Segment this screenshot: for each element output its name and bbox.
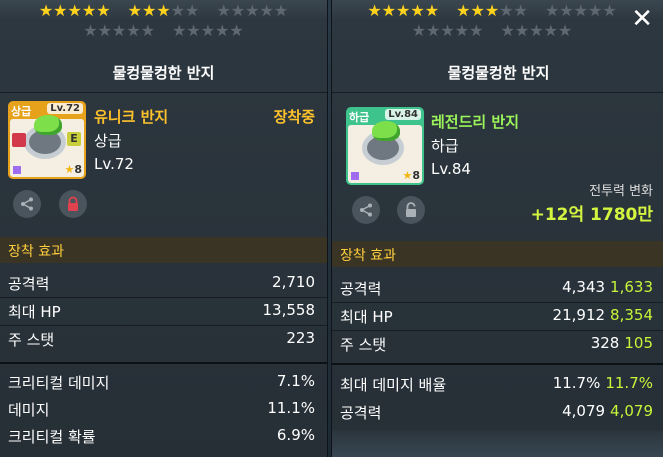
star-force-row-2: ★★★★★ ★★★★★ bbox=[332, 23, 652, 39]
stat-label: 최대 HP bbox=[340, 308, 393, 326]
stat-row: 공격력 4,343 1,633 bbox=[332, 276, 663, 302]
stat-row: 최대 데미지 배율 11.7% 11.7% bbox=[332, 372, 663, 398]
compare-item-panel: ★★★★★ ★★★★★ ★★★★★ ★★★★★ ★★★★★ ✕ 물컹물컹한 반지… bbox=[331, 0, 663, 457]
stat-diff: 8,354 bbox=[610, 306, 653, 324]
stat-row: 크리티컬 데미지 7.1% bbox=[0, 370, 327, 396]
lock-button[interactable] bbox=[59, 190, 87, 218]
potential-square-icon bbox=[351, 172, 359, 180]
star-group-3: ★★★★★ bbox=[216, 1, 289, 20]
item-level: Lv.84 bbox=[431, 160, 471, 178]
gem-icon bbox=[34, 115, 62, 135]
stat-row: 최대 HP 21,912 8,354 bbox=[332, 304, 663, 330]
star-force-row-1: ★★★★★ ★★★★★ ★★★★★ bbox=[0, 3, 327, 19]
star-force-row-2: ★★★★★ ★★★★★ bbox=[0, 23, 327, 39]
divider bbox=[0, 92, 327, 93]
level-badge: Lv.72 bbox=[47, 103, 83, 114]
equipped-label: 장착중 bbox=[273, 108, 315, 126]
stat-label: 최대 데미지 배율 bbox=[340, 376, 447, 394]
stat-value: 11.7% 11.7% bbox=[552, 374, 653, 392]
share-icon bbox=[21, 197, 33, 211]
stat-row: 공격력 2,710 bbox=[0, 271, 327, 297]
stat-label: 크리티컬 확률 bbox=[8, 428, 96, 446]
stat-label: 크리티컬 데미지 bbox=[8, 374, 110, 392]
item-name: 레전드리 반지 bbox=[431, 113, 520, 131]
item-icon-frame: 하급 Lv.84 ★8 bbox=[346, 107, 424, 185]
star-count: ★8 bbox=[402, 169, 420, 182]
star-group-5: ★★★★★ bbox=[172, 21, 244, 40]
star-group-2: ★★★★★ bbox=[127, 1, 200, 20]
star-group-4: ★★★★★ bbox=[411, 21, 484, 40]
stat-value: 7.1% bbox=[276, 372, 315, 390]
star-group-4: ★★★★★ bbox=[83, 21, 155, 40]
stat-value: 13,558 bbox=[262, 301, 316, 319]
stat-value: 6.9% bbox=[276, 426, 315, 444]
item-grade: 상급 bbox=[94, 132, 122, 150]
star-count: ★8 bbox=[64, 163, 82, 176]
section-title: 장착 효과 bbox=[340, 248, 396, 264]
stat-value: 2,710 bbox=[272, 273, 315, 291]
stat-diff: 4,079 bbox=[610, 402, 653, 420]
section-title: 장착 효과 bbox=[8, 244, 64, 260]
equip-badge-icon: E bbox=[67, 132, 81, 146]
star-group-1: ★★★★★ bbox=[367, 1, 440, 20]
stat-value: 4,079 4,079 bbox=[562, 402, 653, 420]
stat-row: 최대 HP 13,558 bbox=[0, 299, 327, 325]
bottom-inventory-strip bbox=[332, 430, 663, 457]
item-title: 물컹물컹한 반지 bbox=[112, 64, 215, 82]
stat-row: 주 스탯 328 105 bbox=[332, 332, 663, 358]
power-change-value: +12억 1780만 bbox=[530, 205, 653, 225]
stat-row: 데미지 11.1% bbox=[0, 397, 327, 423]
star-force-row-1: ★★★★★ ★★★★★ ★★★★★ bbox=[332, 3, 652, 19]
potential-square-icon bbox=[13, 166, 21, 174]
equip-effect-section: 장착 효과 bbox=[332, 241, 663, 267]
stat-label: 주 스탯 bbox=[8, 331, 55, 349]
lock-icon bbox=[68, 196, 78, 211]
stat-label: 공격력 bbox=[340, 404, 382, 422]
item-name: 유니크 반지 bbox=[94, 108, 169, 126]
power-change-label: 전투력 변화 bbox=[589, 184, 653, 199]
stat-label: 공격력 bbox=[340, 280, 382, 298]
star-group-5: ★★★★★ bbox=[500, 21, 573, 40]
stat-label: 공격력 bbox=[8, 275, 50, 293]
stat-value: 4,343 1,633 bbox=[562, 278, 653, 296]
stat-row: 공격력 4,079 4,079 bbox=[332, 400, 663, 426]
stat-value: 223 bbox=[286, 329, 315, 347]
stat-value: 11.1% bbox=[267, 399, 315, 417]
star-group-3: ★★★★★ bbox=[544, 1, 617, 20]
close-icon: ✕ bbox=[631, 4, 653, 34]
stat-row: 주 스탯 223 bbox=[0, 327, 327, 353]
divider bbox=[332, 92, 663, 93]
unlock-button[interactable] bbox=[397, 196, 425, 224]
lock-badge-icon bbox=[12, 133, 26, 147]
stat-diff: 105 bbox=[624, 334, 653, 352]
grade-badge: 하급 bbox=[349, 111, 370, 124]
item-grade: 하급 bbox=[431, 137, 459, 155]
item-level: Lv.72 bbox=[94, 155, 134, 173]
share-button[interactable] bbox=[13, 190, 41, 218]
item-icon-frame: 상급 Lv.72 E ★8 bbox=[8, 101, 86, 179]
stat-diff: 1,633 bbox=[610, 278, 653, 296]
share-icon bbox=[360, 203, 372, 217]
star-group-2: ★★★★★ bbox=[456, 1, 528, 20]
equip-effect-section: 장착 효과 bbox=[0, 237, 327, 263]
current-item-panel: ★★★★★ ★★★★★ ★★★★★ ★★★★★ ★★★★★ 물컹물컹한 반지 상… bbox=[0, 0, 328, 457]
item-title: 물컹물컹한 반지 bbox=[447, 64, 550, 82]
star-group-1: ★★★★★ bbox=[38, 1, 111, 20]
stat-diff: 11.7% bbox=[605, 374, 653, 392]
stat-row: 크리티컬 확률 6.9% bbox=[0, 424, 327, 450]
unlock-icon bbox=[406, 202, 416, 217]
stat-label: 최대 HP bbox=[8, 303, 61, 321]
stat-label: 주 스탯 bbox=[340, 336, 387, 354]
close-button[interactable]: ✕ bbox=[631, 6, 653, 32]
stat-value: 21,912 8,354 bbox=[552, 306, 653, 324]
stat-value: 328 105 bbox=[590, 334, 653, 352]
share-button[interactable] bbox=[352, 196, 380, 224]
level-badge: Lv.84 bbox=[385, 109, 421, 120]
grade-badge: 상급 bbox=[11, 105, 32, 118]
stat-label: 데미지 bbox=[8, 401, 50, 419]
gem-icon bbox=[372, 121, 400, 141]
